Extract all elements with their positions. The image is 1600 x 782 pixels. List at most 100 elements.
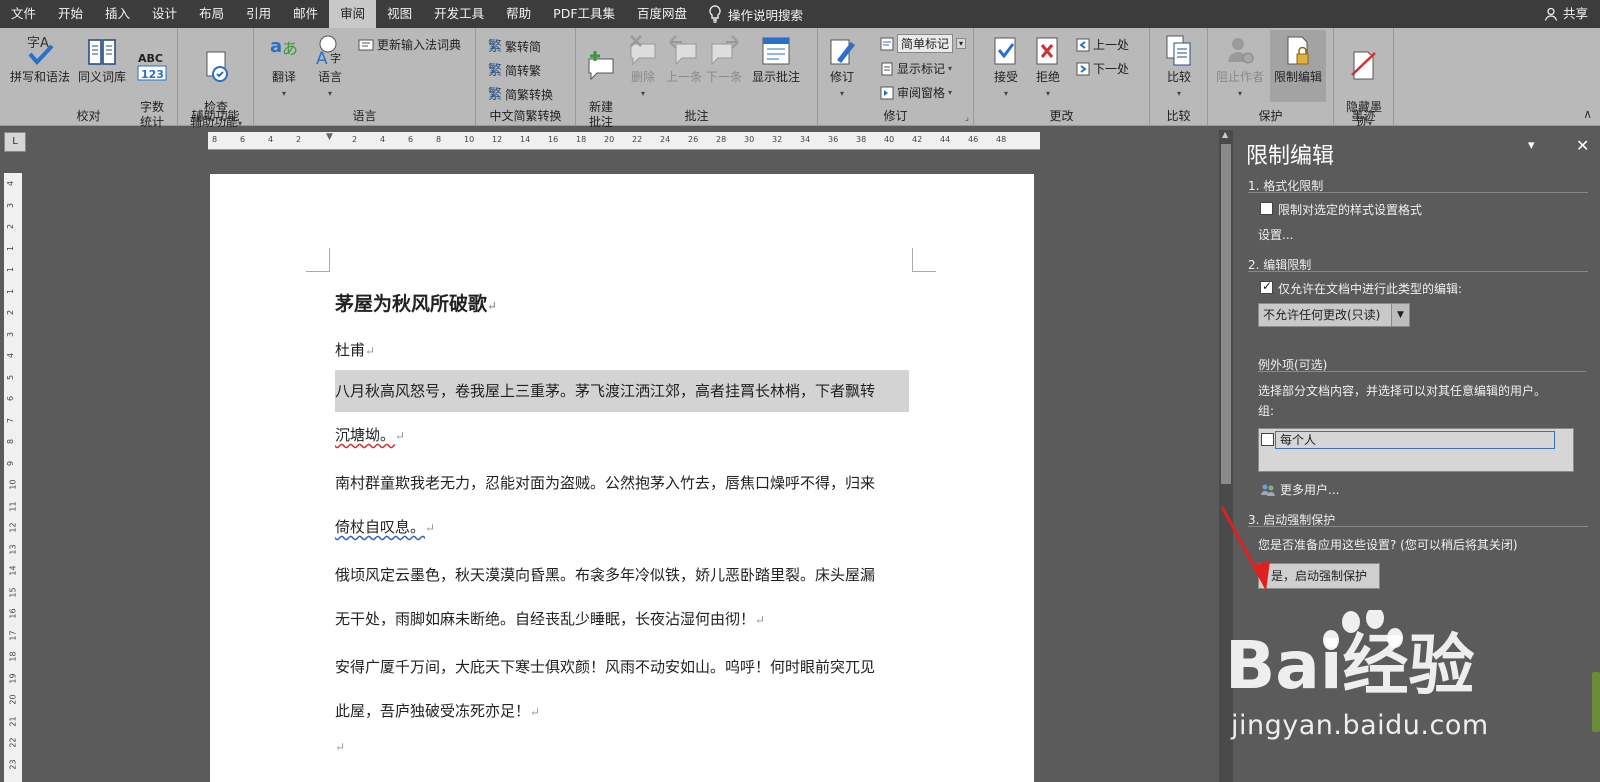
svg-text:字: 字 [330,51,341,65]
tab-help[interactable]: 帮助 [495,0,542,28]
show-comments-label: 显示批注 [751,70,800,84]
group-changes: 接受 ▾ 拒绝 ▾ 上一处 下一处 更改 [974,28,1150,126]
language-button[interactable]: A字 语言 ▾ [310,34,350,101]
traditional-to-simplified-button[interactable]: 繁繁转简 [488,36,541,56]
more-users-link[interactable]: 更多用户... [1260,481,1339,498]
tab-view[interactable]: 视图 [376,0,423,28]
red-arrow-annotation [1220,506,1270,591]
horizontal-ruler[interactable]: 8 6 4 2 2 4 6 8 10 12 14 16 18 20 22 24 26 28 30 32 34 36 38 40… [208,132,1040,150]
format-restrict-label: 限制对选定的样式设置格式 [1278,203,1423,217]
vertical-ruler[interactable]: 4 3 2 1 1 1 2 3 4 5 6 7 8 9 10 11 12 13 14 15 16 17 18 19 20 21 22… [4,173,22,782]
groups-list[interactable]: 每个人 [1258,428,1574,472]
paragraph-4-line-1: 安得广厦千万间，大庇天下寒士俱欢颜！风雨不动安如山。呜呼！何时眼前突兀见 [335,658,876,676]
review-pane-button[interactable]: 审阅窗格 ▾ [880,84,952,101]
ruler-tick-label: 1 [6,245,16,251]
svg-text:A: A [316,49,328,68]
ruler-tick-label: 4 [380,135,386,144]
tell-me-search[interactable]: 操作说明搜索 [708,5,803,24]
ruler-tick-label: 22 [8,737,18,748]
share-button[interactable]: 共享 [1544,0,1588,28]
word-count-icon: ABC 123 [137,52,167,81]
tab-home[interactable]: 开始 [47,0,94,28]
ruler-tick-label: 14 [8,565,18,576]
chevron-down-icon: ▾ [956,38,967,49]
tab-references[interactable]: 引用 [235,0,282,28]
settings-link[interactable]: 设置... [1258,226,1293,243]
tab-layout[interactable]: 布局 [188,0,235,28]
ruler-tick-label: 1 [6,288,16,294]
watermark-brand: Bai经验 [1225,627,1474,704]
group-chinese-conversion: 繁繁转简 繁简转繁 繁简繁转换 中文简繁转换 [476,28,576,126]
delete-comment-button[interactable]: 删除 ▾ [626,34,660,101]
group-item-everyone[interactable]: 每个人 [1275,431,1555,449]
track-changes-label: 修订 [829,70,854,84]
pane-options-dropdown[interactable]: ▾ [1528,138,1535,153]
ruler-tick-label: 4 [268,135,274,144]
tab-baidu-netdisk[interactable]: 百度网盘 [626,0,698,28]
spell-icon-text: 字A [27,36,49,51]
dialog-launcher-icon[interactable]: ⌟ [965,113,969,123]
collapse-ribbon-icon[interactable]: ∧ [1583,107,1592,121]
ruler-tick-label: 12 [492,135,503,144]
margin-mark-right [912,248,936,272]
tab-pdf-tools[interactable]: PDF工具集 [542,0,626,28]
edit-type-select[interactable]: 不允许任何更改(只读) ▼ [1258,303,1410,327]
simplified-traditional-convert-button[interactable]: 繁简繁转换 [488,84,553,104]
ruler-tick-label: 34 [800,135,811,144]
delete-comment-icon [630,35,656,66]
thesaurus-button[interactable]: 同义词库 [74,34,130,85]
thesaurus-label: 同义词库 [77,70,126,84]
svg-text:あ: あ [282,39,298,58]
show-markup-button[interactable]: 显示标记 ▾ [880,60,952,77]
section-divider [1258,371,1586,372]
tab-selector[interactable]: L [4,132,26,152]
group-tracking: 修订 ▾ 简单标记 ▾ 显示标记 ▾ 审阅窗格 ▾ 修订 ⌟ [818,28,974,126]
spelling-grammar-button[interactable]: 字A 拼写和语法 [8,34,72,85]
side-widget[interactable] [1592,672,1600,732]
document-page[interactable]: 茅屋为秋风所破歌↵ 杜甫↵ 八月秋高风怒号，卷我屋上三重茅。茅飞渡江洒江郊，高者… [210,174,1034,782]
tab-design[interactable]: 设计 [141,0,188,28]
compare-button[interactable]: 比较 ▾ [1160,34,1198,101]
tab-review[interactable]: 审阅 [329,0,377,28]
ruler-tick-label: 3 [6,202,16,208]
simplified-to-traditional-button[interactable]: 繁简转繁 [488,60,541,80]
chevron-down-icon: ▾ [327,89,332,98]
markup-display-dropdown[interactable]: 简单标记 ▾ [880,34,967,53]
format-restrict-checkbox[interactable] [1260,202,1273,215]
show-markup-label: 显示标记 [897,62,946,76]
tab-file[interactable]: 文件 [0,0,47,28]
reject-button[interactable]: 拒绝 ▾ [1030,34,1066,101]
next-comment-button[interactable]: 下一条 [704,34,744,85]
translate-button[interactable]: aあ 翻译 ▾ [264,34,304,101]
baidu-jingyan-watermark: Bai经验 jingyan.baidu.com [1225,607,1525,750]
everyone-checkbox[interactable] [1261,433,1274,446]
restrict-editing-button[interactable]: 限制编辑 [1270,30,1326,102]
paragraph-4-line-2: 此屋，吾庐独破受冻死亦足！↵ [335,700,540,721]
ruler-tick-label: 30 [744,135,755,144]
section-divider [1248,271,1588,272]
accept-label: 接受 [993,70,1018,84]
accessibility-check-icon [206,51,228,82]
ruler-tick-label: 7 [6,417,16,423]
next-change-button[interactable]: 下一处 [1076,60,1129,77]
indent-marker-icon[interactable]: ▼ [326,132,333,142]
chevron-down-icon: ▼ [1391,304,1409,326]
previous-change-button[interactable]: 上一处 [1076,36,1129,53]
scroll-up-icon[interactable]: ▲ [1222,130,1228,139]
edit-type-value: 不允许任何更改(只读) [1263,308,1381,322]
empty-paragraph-mark: ↵ [335,740,346,754]
tab-mailings[interactable]: 邮件 [282,0,329,28]
update-ime-dictionary-button[interactable]: 更新输入法词典 [358,36,461,53]
block-authors-button[interactable]: 阻止作者 ▾ [1214,34,1266,101]
show-comments-button[interactable]: 显示批注 [748,34,804,85]
tab-developer[interactable]: 开发工具 [423,0,495,28]
track-changes-button[interactable]: 修订 ▾ [824,34,860,101]
pane-close-button[interactable]: ✕ [1576,136,1589,155]
ruler-tick-label: 8 [212,135,218,144]
group-proofing: 字A 拼写和语法 同义词库 ABC 123 字数 统计 校对 [0,28,178,129]
edit-restrict-checkbox[interactable] [1260,279,1273,294]
scrollbar-thumb[interactable] [1221,144,1231,484]
previous-comment-button[interactable]: 上一条 [664,34,704,85]
accept-button[interactable]: 接受 ▾ [988,34,1024,101]
tab-insert[interactable]: 插入 [94,0,141,28]
